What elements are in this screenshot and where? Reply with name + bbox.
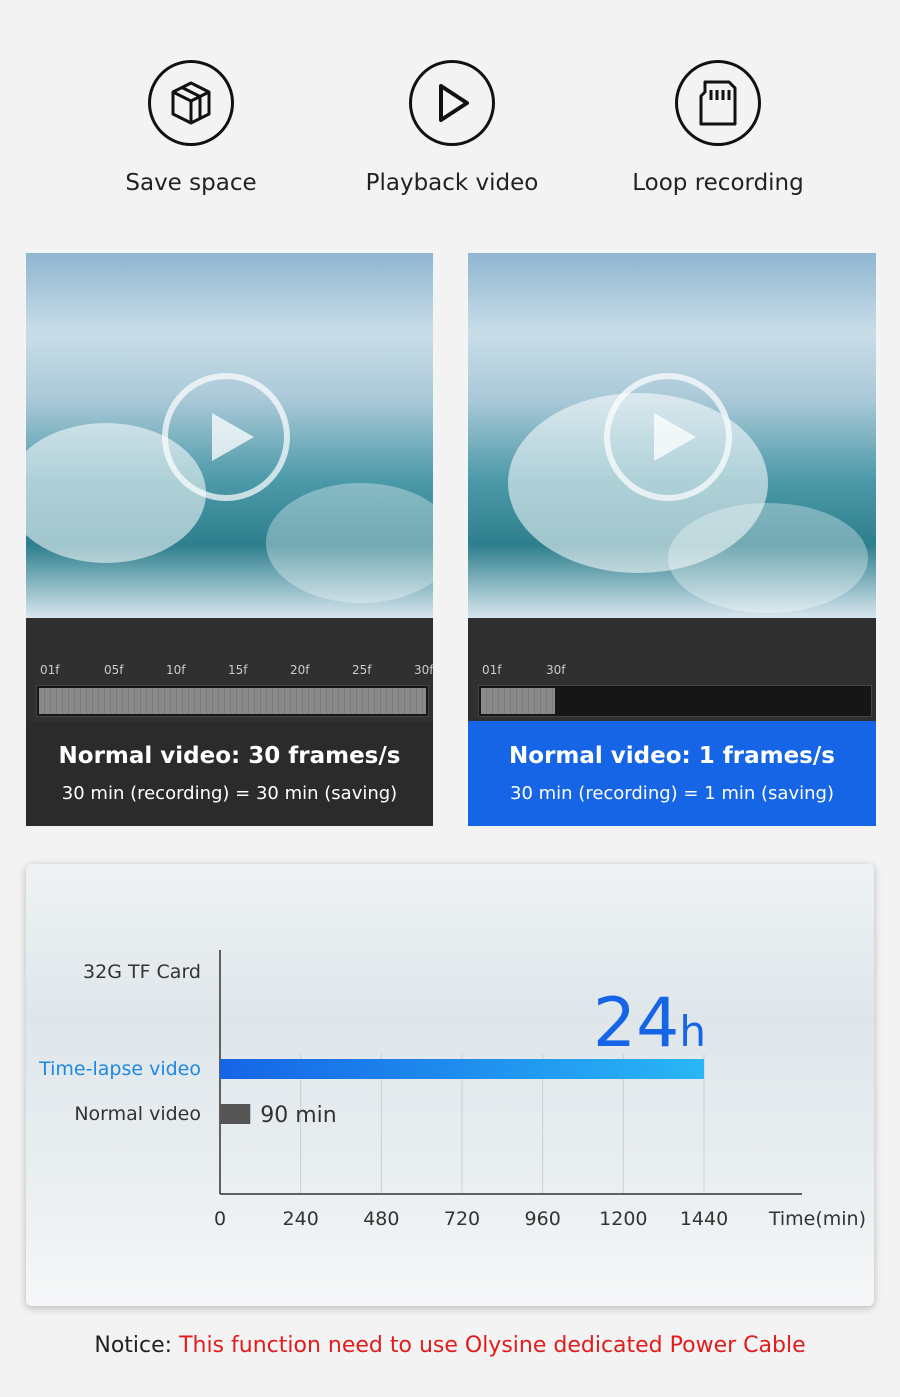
timeline-tick: 01f — [40, 663, 60, 677]
feature-save-space: Save space — [71, 60, 311, 196]
chart-svg: 32G TF Card Time-lapse video Normal video 2… — [38, 950, 866, 1230]
surf-photo — [468, 253, 876, 618]
data-label: 90 min — [260, 1103, 336, 1128]
timeline-tick: 15f — [228, 663, 248, 677]
bar — [220, 1104, 251, 1124]
timeline: 01f 30f — [468, 618, 876, 721]
notice: Notice: This function need to use Olysin… — [0, 1333, 900, 1358]
caption-title: Normal video: 30 frames/s — [58, 743, 401, 769]
caption-subtitle: 30 min (recording) = 1 min (saving) — [510, 783, 834, 804]
timeline-tick: 25f — [352, 663, 372, 677]
play-icon[interactable] — [604, 373, 732, 501]
timeline-track[interactable] — [478, 685, 872, 717]
chart-title: 32G TF Card — [83, 961, 201, 983]
x-tick-label: 480 — [363, 1208, 399, 1230]
video-panel-timelapse: 01f 30f Normal video: 1 frames/s 30 min (… — [468, 253, 876, 826]
play-icon[interactable] — [162, 373, 290, 501]
timeline-tick: 30f — [414, 663, 433, 677]
feature-label: Loop recording — [632, 170, 804, 196]
timeline-tick: 05f — [104, 663, 124, 677]
play-icon — [409, 60, 495, 146]
timeline-tick: 01f — [482, 663, 502, 677]
x-tick-label: 1440 — [680, 1208, 728, 1230]
x-tick-label: 960 — [525, 1208, 561, 1230]
video-panel-normal: 01f 05f 10f 15f 20f 25f 30f Normal video: 30 f… — [26, 253, 433, 826]
timeline-tick: 10f — [166, 663, 186, 677]
category-label: Normal video — [74, 1103, 201, 1125]
x-tick-label: 0 — [214, 1208, 226, 1230]
data-label: 24h — [593, 984, 706, 1063]
feature-label: Save space — [125, 170, 257, 196]
surf-photo — [26, 253, 433, 618]
cube-icon — [148, 60, 234, 146]
caption-title: Normal video: 1 frames/s — [509, 743, 835, 769]
x-tick-label: 1200 — [599, 1208, 647, 1230]
feature-playback-video: Playback video — [332, 60, 572, 196]
timeline-tick: 20f — [290, 663, 310, 677]
notice-text: This function need to use Olysine dedica… — [179, 1333, 806, 1358]
timeline-tick: 30f — [546, 663, 566, 677]
notice-prefix: Notice: — [94, 1333, 180, 1358]
feature-loop-recording: Loop recording — [598, 60, 838, 196]
feature-label: Playback video — [365, 170, 539, 196]
caption: Normal video: 1 frames/s 30 min (recordi… — [468, 721, 876, 826]
category-label: Time-lapse video — [38, 1058, 201, 1080]
timeline-track[interactable] — [36, 685, 429, 717]
x-tick-label: 240 — [283, 1208, 319, 1230]
caption-subtitle: 30 min (recording) = 30 min (saving) — [61, 783, 398, 804]
timeline: 01f 05f 10f 15f 20f 25f 30f — [26, 618, 433, 721]
storage-chart: 32G TF Card Time-lapse video Normal video 2… — [26, 864, 874, 1306]
x-tick-label: 720 — [444, 1208, 480, 1230]
caption: Normal video: 30 frames/s 30 min (record… — [26, 721, 433, 826]
x-axis-label: Time(min) — [768, 1208, 866, 1230]
sd-card-icon — [675, 60, 761, 146]
